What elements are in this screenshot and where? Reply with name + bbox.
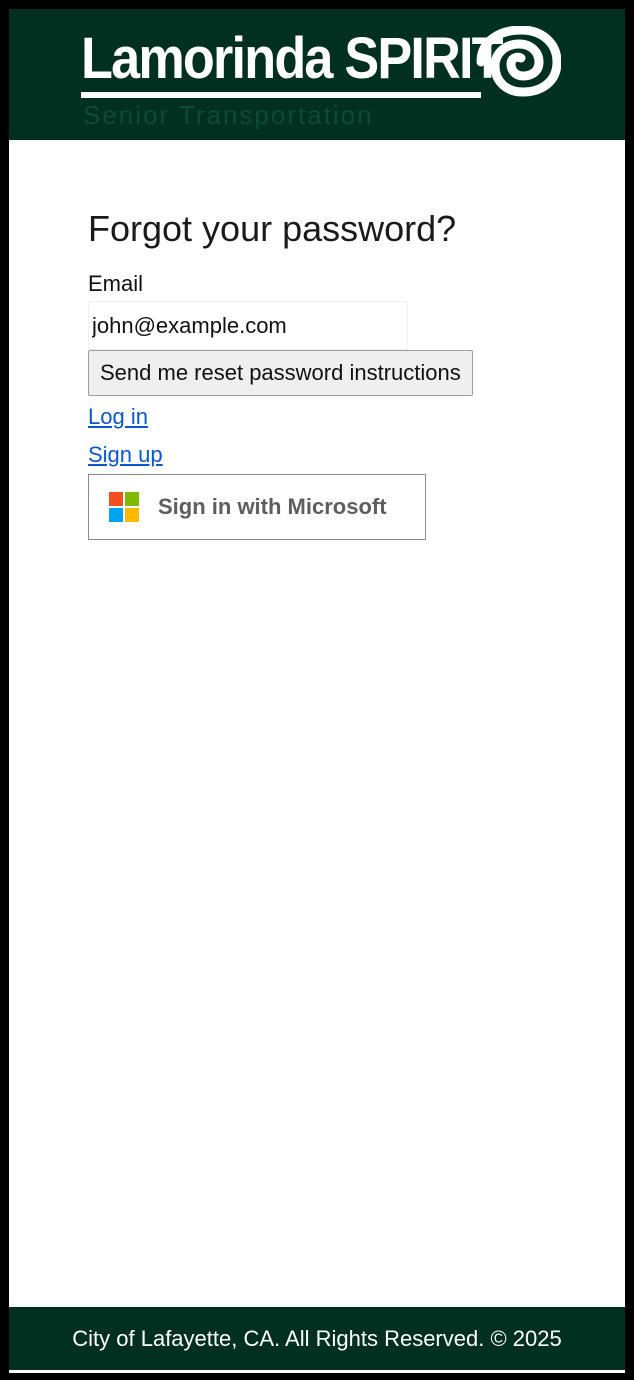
site-logo[interactable]: Lamorinda SPIRIT Senior Transportation <box>81 26 561 136</box>
microsoft-button-label: Sign in with Microsoft <box>158 494 387 519</box>
forgot-password-form: Forgot your password? Email Send me rese… <box>88 207 608 540</box>
sign-in-with-microsoft-button[interactable]: Sign in with Microsoft <box>88 474 426 540</box>
swirl-icon <box>476 26 561 97</box>
send-reset-instructions-button[interactable]: Send me reset password instructions <box>88 350 473 396</box>
logo-underline <box>81 92 481 98</box>
logo-tagline: Senior Transportation <box>83 100 374 130</box>
microsoft-logo-icon <box>109 492 139 522</box>
site-footer: City of Lafayette, CA. All Rights Reserv… <box>9 1307 625 1370</box>
login-link[interactable]: Log in <box>88 403 148 431</box>
email-label: Email <box>88 271 144 296</box>
site-header: Lamorinda SPIRIT Senior Transportation <box>9 9 625 140</box>
logo-wordmark: Lamorinda SPIRIT <box>81 26 504 91</box>
signup-link[interactable]: Sign up <box>88 441 163 469</box>
page-title: Forgot your password? <box>88 208 457 249</box>
footer-copyright: City of Lafayette, CA. All Rights Reserv… <box>72 1325 562 1351</box>
email-field[interactable] <box>88 301 408 350</box>
page-frame: Lamorinda SPIRIT Senior Transportation F… <box>9 9 625 1373</box>
